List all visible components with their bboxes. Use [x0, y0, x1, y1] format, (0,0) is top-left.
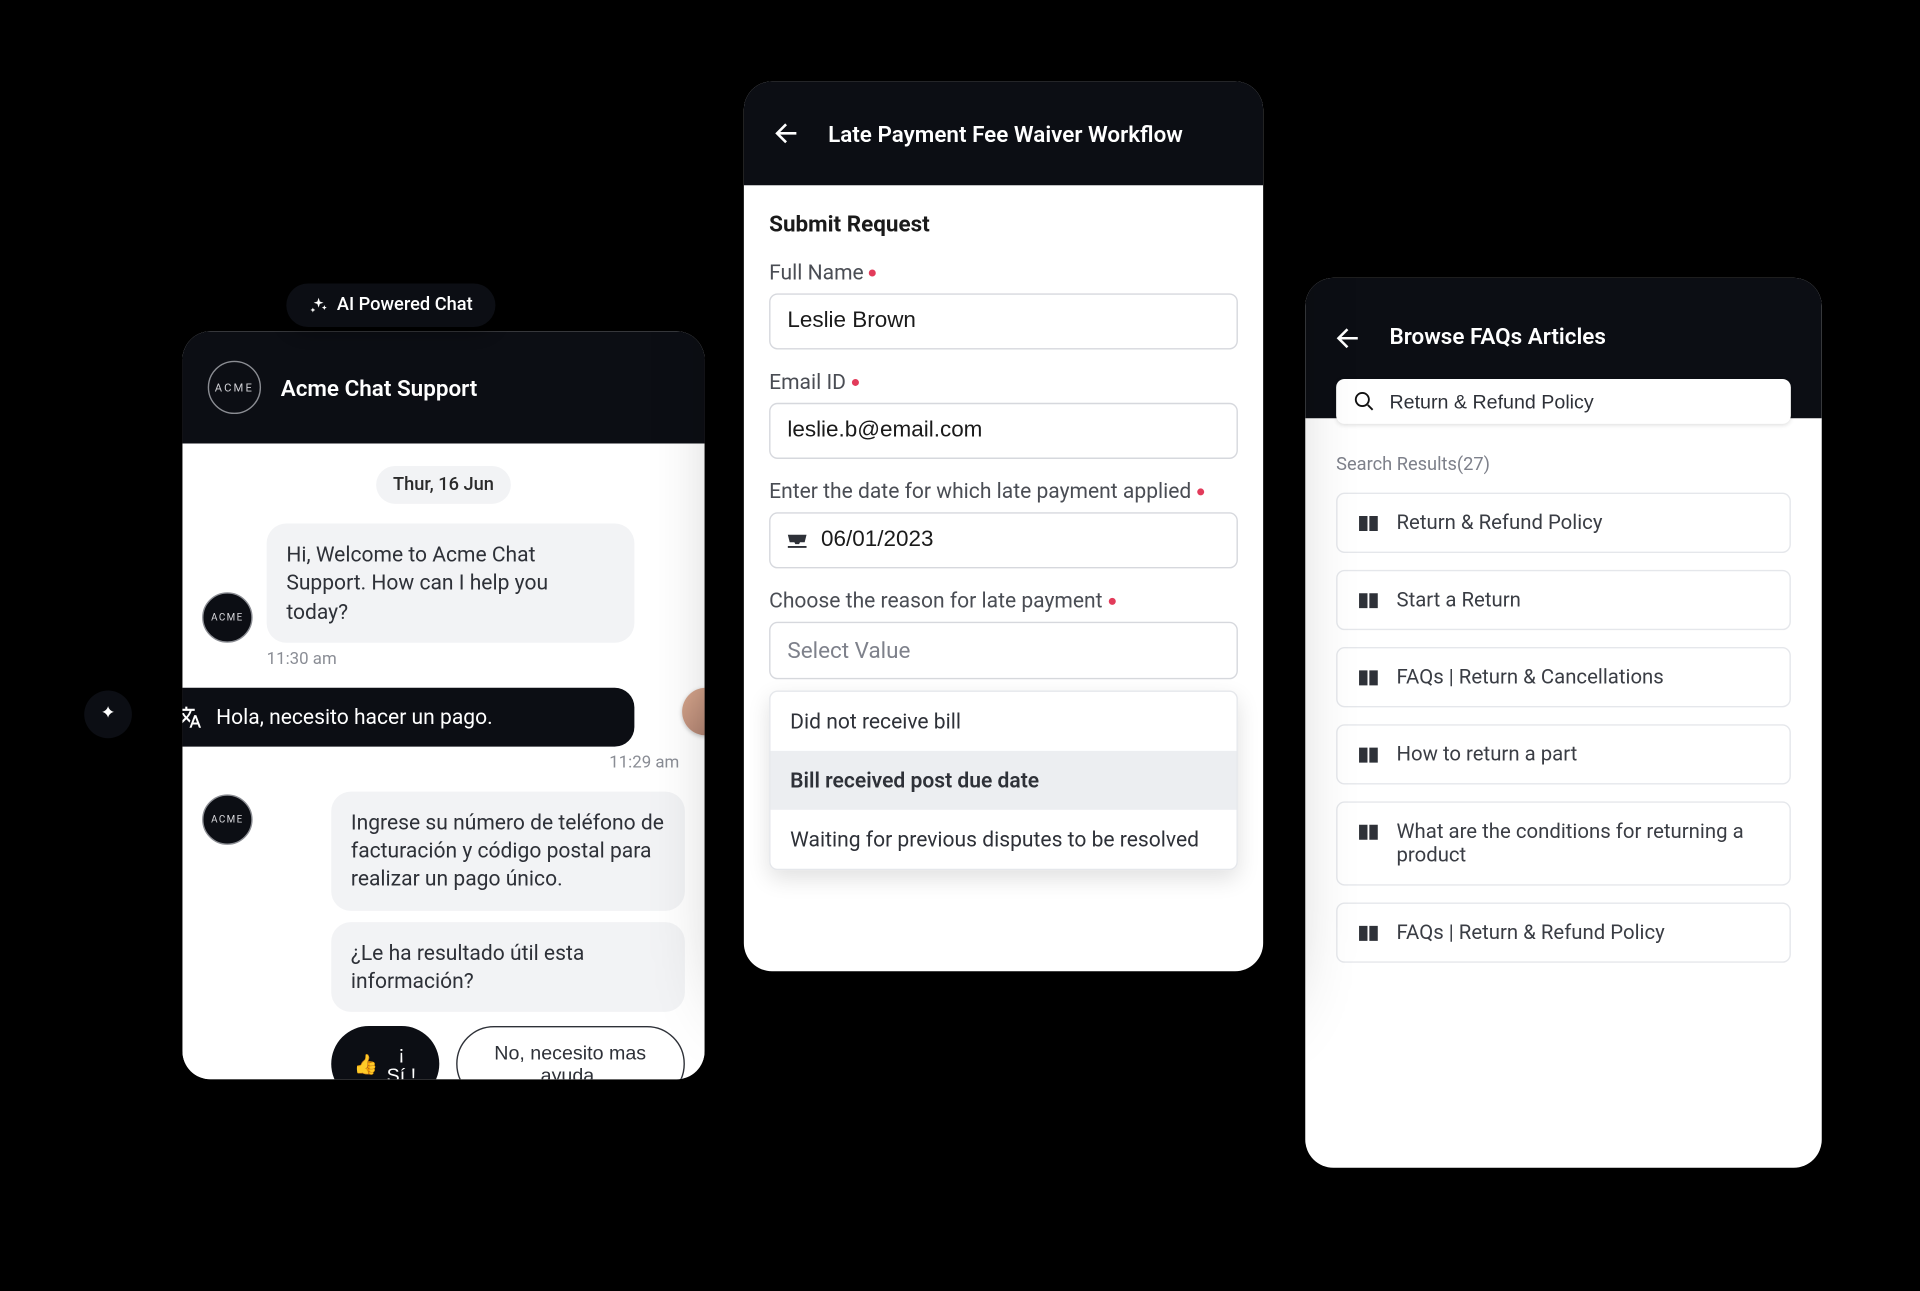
yes-button-label: ¡ Sí !	[387, 1041, 417, 1079]
required-dot-icon	[852, 378, 859, 385]
article-icon	[1357, 822, 1379, 842]
ai-powered-chat-badge: AI Powered Chat	[286, 284, 495, 328]
faq-panel: Browse FAQs Articles Search Results(27) …	[1305, 278, 1821, 1168]
user-message-row: Hola, necesito hacer un pago.	[202, 687, 685, 746]
faq-item-label: Return & Refund Policy	[1396, 511, 1602, 535]
article-icon	[1357, 924, 1379, 944]
article-icon	[1357, 745, 1379, 765]
faq-item-label: How to return a part	[1396, 742, 1577, 766]
faq-header: Browse FAQs Articles	[1305, 278, 1821, 418]
bot-welcome-timestamp: 11:30 am	[267, 648, 685, 668]
user-avatar	[682, 687, 704, 735]
faq-item-4[interactable]: What are the conditions for returning a …	[1336, 801, 1791, 885]
faq-search-box[interactable]	[1336, 379, 1791, 424]
bot-welcome-bubble: Hi, Welcome to Acme Chat Support. How ca…	[267, 524, 635, 643]
bot-avatar: ACME	[202, 794, 253, 845]
form-body: Submit Request Full Name Email ID Enter …	[744, 185, 1263, 923]
faq-item-label: What are the conditions for returning a …	[1396, 820, 1769, 868]
bot-followup-row: ACME Ingrese su número de teléfono de fa…	[202, 791, 685, 1079]
required-dot-icon	[1108, 597, 1115, 604]
chat-support-panel: ACME Acme Chat Support Thur, 16 Jun ACME…	[182, 331, 704, 1079]
faq-item-1[interactable]: Start a Return	[1336, 570, 1791, 630]
faq-item-5[interactable]: FAQs | Return & Refund Policy	[1336, 902, 1791, 962]
back-arrow-icon[interactable]	[1333, 323, 1364, 354]
sparkle-icon	[309, 295, 329, 315]
thumbs-up-icon: 👍	[354, 1052, 378, 1076]
workflow-form-panel: Late Payment Fee Waiver Workflow Submit …	[744, 81, 1263, 971]
chat-body: Thur, 16 Jun ACME Hi, Welcome to Acme Ch…	[182, 444, 704, 1080]
article-icon	[1357, 514, 1379, 534]
reason-option-1[interactable]: Bill received post due date	[771, 751, 1237, 810]
yes-button[interactable]: 👍 ¡ Sí !	[331, 1026, 438, 1079]
translate-icon	[182, 704, 202, 729]
reason-label: Choose the reason for late payment	[769, 588, 1238, 613]
acme-logo: ACME	[208, 361, 261, 414]
date-label: Enter the date for which late payment ap…	[769, 479, 1238, 504]
article-icon	[1357, 668, 1379, 688]
faq-body: Search Results(27) Return & Refund Polic…	[1305, 418, 1821, 963]
faq-item-label: FAQs | Return & Cancellations	[1396, 665, 1663, 689]
form-section-title: Submit Request	[769, 211, 1238, 238]
faq-item-label: FAQs | Return & Refund Policy	[1396, 921, 1664, 945]
user-message-text: Hola, necesito hacer un pago.	[216, 704, 493, 729]
faq-search-input[interactable]	[1389, 390, 1774, 412]
inbox-icon	[786, 531, 808, 551]
required-dot-icon	[1197, 488, 1204, 495]
full-name-label: Full Name	[769, 260, 1238, 285]
reason-dropdown-list: Did not receive bill Bill received post …	[769, 691, 1238, 871]
required-dot-icon	[869, 269, 876, 276]
article-icon	[1357, 591, 1379, 611]
user-message-bubble: Hola, necesito hacer un pago.	[182, 687, 634, 746]
form-header: Late Payment Fee Waiver Workflow	[744, 81, 1263, 185]
email-label: Email ID	[769, 369, 1238, 394]
date-chip: Thur, 16 Jun	[376, 466, 511, 504]
search-results-label: Search Results(27)	[1336, 455, 1791, 476]
back-arrow-icon[interactable]	[772, 118, 803, 149]
ai-badge-label: AI Powered Chat	[337, 295, 473, 316]
form-header-title: Late Payment Fee Waiver Workflow	[828, 120, 1183, 147]
reason-option-0[interactable]: Did not receive bill	[771, 692, 1237, 751]
bot-avatar: ACME	[202, 592, 253, 643]
user-message-timestamp: 11:29 am	[202, 752, 679, 772]
bot-message-row: ACME Hi, Welcome to Acme Chat Support. H…	[202, 524, 685, 643]
reason-option-2[interactable]: Waiting for previous disputes to be reso…	[771, 810, 1237, 869]
faq-item-3[interactable]: How to return a part	[1336, 724, 1791, 784]
faq-item-0[interactable]: Return & Refund Policy	[1336, 493, 1791, 553]
no-button[interactable]: No, necesito mas ayuda.	[455, 1026, 684, 1079]
chat-header: ACME Acme Chat Support	[182, 331, 704, 443]
full-name-input[interactable]	[769, 293, 1238, 349]
reason-select[interactable]: Select Value	[769, 622, 1238, 680]
brand-leaf-badge	[84, 691, 132, 739]
faq-item-label: Start a Return	[1396, 588, 1520, 612]
faq-results-list: Return & Refund Policy Start a Return FA…	[1336, 493, 1791, 963]
bot-reply-1-bubble: Ingrese su número de teléfono de factura…	[331, 791, 685, 910]
email-input[interactable]	[769, 403, 1238, 459]
chat-title: Acme Chat Support	[281, 374, 478, 401]
faq-item-2[interactable]: FAQs | Return & Cancellations	[1336, 647, 1791, 707]
search-icon	[1353, 390, 1375, 412]
date-input[interactable]	[769, 512, 1238, 568]
leaf-icon	[97, 703, 119, 725]
faq-header-title: Browse FAQs Articles	[1389, 323, 1605, 350]
bot-reply-2-bubble: ¿Le ha resultado útil esta información?	[331, 921, 685, 1012]
